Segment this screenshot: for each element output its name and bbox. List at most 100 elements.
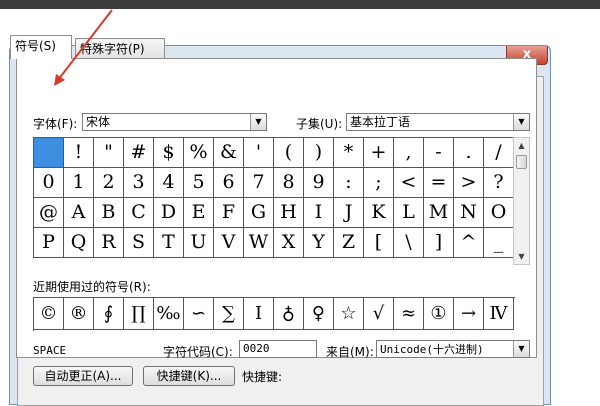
recent-symbol-cell[interactable]: ♀ [304,298,334,330]
font-select[interactable]: 宋体 ▼ [82,113,267,131]
symbol-cell[interactable]: + [364,138,394,168]
recent-symbol-cell[interactable]: ∽ [184,298,214,330]
symbol-cell[interactable]: $ [154,138,184,168]
symbol-cell[interactable]: ? [484,168,514,198]
recent-symbol-cell[interactable]: © [34,298,64,330]
symbol-cell[interactable]: I [304,198,334,228]
recent-symbol-cell[interactable]: √ [364,298,394,330]
symbol-cell[interactable]: O [484,198,514,228]
symbol-cell[interactable]: > [454,168,484,198]
symbol-cell[interactable]: ) [304,138,334,168]
recent-symbol-cell[interactable]: ∮ [94,298,124,330]
symbol-cell[interactable] [34,138,64,168]
symbol-cell[interactable]: ] [424,228,454,258]
character-name: SPACE [33,344,67,357]
symbol-cell[interactable]: 7 [244,168,274,198]
symbol-grid-scrollbar[interactable]: ▲ ▼ [513,137,530,265]
scroll-down-icon[interactable]: ▼ [514,249,529,264]
scroll-up-icon[interactable]: ▲ [514,138,529,153]
symbol-cell[interactable]: * [334,138,364,168]
symbol-cell[interactable]: Z [334,228,364,258]
symbol-cell[interactable]: ^ [454,228,484,258]
symbol-cell[interactable]: P [34,228,64,258]
recent-symbol-cell[interactable]: ∏ [124,298,154,330]
symbol-cell[interactable]: 8 [274,168,304,198]
symbol-cell[interactable]: : [334,168,364,198]
symbol-cell[interactable]: = [424,168,454,198]
symbol-cell[interactable]: W [244,228,274,258]
recent-symbol-cell[interactable]: → [454,298,484,330]
symbol-cell[interactable]: Q [64,228,94,258]
symbol-cell[interactable]: U [184,228,214,258]
symbol-cell[interactable]: C [124,198,154,228]
recent-symbol-cell[interactable]: ≈ [394,298,424,330]
symbol-cell[interactable]: , [394,138,424,168]
symbol-cell[interactable]: 1 [64,168,94,198]
symbol-cell[interactable]: M [424,198,454,228]
symbol-cell[interactable]: X [274,228,304,258]
symbol-cell[interactable]: % [184,138,214,168]
symbol-cell[interactable]: ( [274,138,304,168]
tab-symbols[interactable]: 符号(S) [10,35,72,59]
shortcut-key-label: 快捷键: [242,370,283,384]
autocorrect-button[interactable]: 自动更正(A)... [33,366,133,386]
recent-symbol-cell[interactable]: ♁ [274,298,304,330]
symbol-cell[interactable]: < [394,168,424,198]
symbol-cell[interactable]: L [394,198,424,228]
symbol-cell[interactable]: S [124,228,154,258]
top-window-strip [0,0,600,9]
symbol-cell[interactable]: 0 [34,168,64,198]
symbol-cell[interactable]: K [364,198,394,228]
symbol-cell[interactable]: D [154,198,184,228]
symbol-cell[interactable]: 4 [154,168,184,198]
symbol-cell[interactable]: [ [364,228,394,258]
symbol-cell[interactable]: _ [484,228,514,258]
symbol-cell[interactable]: G [244,198,274,228]
symbol-cell[interactable]: T [154,228,184,258]
symbol-grid-row: ! " # $ % & ' ( ) * + , - . / [34,138,515,168]
symbol-cell[interactable]: - [424,138,454,168]
symbol-cell[interactable]: / [484,138,514,168]
from-label: 来自(M): [326,345,374,359]
symbol-cell[interactable]: " [94,138,124,168]
symbol-cell[interactable]: 9 [304,168,334,198]
symbol-cell[interactable]: B [94,198,124,228]
recent-symbol-cell[interactable]: ∑ [214,298,244,330]
recent-symbol-cell[interactable]: Ⅰ [244,298,274,330]
symbol-cell[interactable]: 3 [124,168,154,198]
symbol-cell[interactable]: A [64,198,94,228]
symbol-cell[interactable]: \ [394,228,424,258]
symbol-cell[interactable]: Y [304,228,334,258]
symbol-cell[interactable]: ! [64,138,94,168]
from-select[interactable]: Unicode(十六进制) ▼ [376,340,530,358]
symbol-cell[interactable]: ' [244,138,274,168]
dropdown-arrow-icon[interactable]: ▼ [250,114,266,130]
symbol-cell[interactable]: F [214,198,244,228]
recent-symbol-cell[interactable]: ① [424,298,454,330]
scroll-thumb[interactable] [516,155,527,169]
recent-symbol-cell[interactable]: ‰ [154,298,184,330]
symbol-cell[interactable]: # [124,138,154,168]
dropdown-arrow-icon[interactable]: ▼ [513,341,529,357]
symbol-cell[interactable]: R [94,228,124,258]
symbol-cell[interactable]: 5 [184,168,214,198]
recent-symbol-cell[interactable]: ☆ [334,298,364,330]
symbol-cell[interactable]: . [454,138,484,168]
symbol-cell[interactable]: ; [364,168,394,198]
symbol-cell[interactable]: 2 [94,168,124,198]
symbol-cell[interactable]: & [214,138,244,168]
recent-symbol-cell[interactable]: Ⅳ [484,298,514,330]
symbol-cell[interactable]: @ [34,198,64,228]
dropdown-arrow-icon[interactable]: ▼ [513,114,529,130]
recent-symbol-cell[interactable]: ® [64,298,94,330]
shortcut-key-button[interactable]: 快捷键(K)... [143,366,235,386]
symbol-cell[interactable]: N [454,198,484,228]
symbol-cell[interactable]: J [334,198,364,228]
symbol-cell[interactable]: 6 [214,168,244,198]
char-code-input[interactable]: 0020 [239,340,317,358]
symbol-cell[interactable]: E [184,198,214,228]
subset-select[interactable]: 基本拉丁语 ▼ [346,113,530,131]
tab-special-characters[interactable]: 特殊字符(P) [75,38,165,59]
symbol-cell[interactable]: V [214,228,244,258]
symbol-cell[interactable]: H [274,198,304,228]
